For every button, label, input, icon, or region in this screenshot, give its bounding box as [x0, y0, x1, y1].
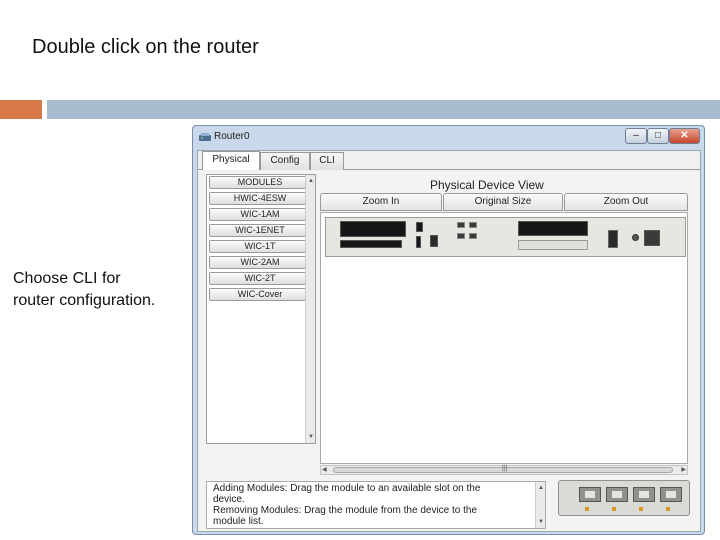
- zoom-in-button[interactable]: Zoom In: [320, 193, 442, 211]
- router-app-icon: [199, 133, 211, 141]
- caption-line-1: Choose CLI for: [13, 270, 121, 287]
- help-text-box: Adding Modules: Drag the module to an av…: [206, 481, 546, 529]
- scroll-up-arrow-icon[interactable]: ▲: [537, 484, 545, 492]
- power-connector: [644, 230, 660, 246]
- canvas-horizontal-scrollbar[interactable]: ◀ ||| ▶: [320, 465, 688, 475]
- module-port: [633, 487, 655, 502]
- module-item-wic-1am[interactable]: WIC-1AM: [209, 208, 311, 221]
- tab-config[interactable]: Config: [260, 152, 310, 170]
- slide-title: Double click on the router: [32, 36, 259, 58]
- accent-bar-blue: [47, 100, 720, 119]
- help-text-line: module list.: [213, 516, 264, 527]
- zoom-out-button[interactable]: Zoom Out: [564, 193, 688, 211]
- accent-bar-orange: [0, 100, 42, 119]
- compact-flash-slot: [416, 236, 421, 248]
- ethernet-port-2: [457, 233, 465, 239]
- scroll-right-arrow-icon[interactable]: ▶: [681, 466, 686, 474]
- help-text-line: Removing Modules: Drag the module from t…: [213, 505, 478, 516]
- client-area: Physical Config CLI MODULES HWIC-4ESW WI…: [197, 150, 701, 532]
- hwic-slot-0[interactable]: [340, 221, 406, 237]
- module-port: [579, 487, 601, 502]
- scroll-down-arrow-icon[interactable]: ▼: [537, 518, 545, 526]
- maximize-button[interactable]: □: [647, 128, 669, 144]
- device-view-title: Physical Device View: [430, 178, 544, 192]
- minimize-button[interactable]: –: [625, 128, 647, 144]
- module-item-modules[interactable]: MODULES: [209, 176, 311, 189]
- help-text-line: device.: [213, 494, 245, 505]
- hwic-slot-2[interactable]: [518, 221, 588, 236]
- help-text-line: Adding Modules: Drag the module to an av…: [213, 483, 481, 494]
- title-bar[interactable]: Router0 – □ ✕: [193, 126, 704, 150]
- module-item-hwic-4esw[interactable]: HWIC-4ESW: [209, 192, 311, 205]
- module-port: [606, 487, 628, 502]
- ethernet-port-0: [457, 222, 465, 228]
- help-text-scrollbar[interactable]: ▲ ▼: [535, 482, 545, 528]
- window-title: Router0: [214, 131, 250, 142]
- module-list-scrollbar[interactable]: ▲ ▼: [305, 175, 315, 443]
- tab-cli[interactable]: CLI: [310, 152, 344, 170]
- scroll-thumb[interactable]: |||: [333, 465, 673, 473]
- slide-caption: Choose CLI for router configuration.: [13, 268, 155, 312]
- caption-line-2: router configuration.: [13, 292, 156, 309]
- module-list: MODULES HWIC-4ESW WIC-1AM WIC-1ENET WIC-…: [206, 174, 316, 444]
- scroll-down-arrow-icon[interactable]: ▼: [307, 433, 315, 441]
- power-switch[interactable]: [608, 230, 618, 248]
- router-window: Router0 – □ ✕ Physical Config CLI MODULE…: [192, 125, 705, 535]
- module-item-wic-2am[interactable]: WIC-2AM: [209, 256, 311, 269]
- module-led: [666, 507, 670, 511]
- module-led: [612, 507, 616, 511]
- usb-port: [416, 222, 423, 232]
- module-port: [660, 487, 682, 502]
- module-led: [639, 507, 643, 511]
- scroll-grip-icon: |||: [502, 465, 508, 472]
- module-led: [585, 507, 589, 511]
- hwic-slot-1[interactable]: [340, 240, 402, 248]
- module-item-wic-2t[interactable]: WIC-2T: [209, 272, 311, 285]
- original-size-button[interactable]: Original Size: [443, 193, 563, 211]
- console-port: [430, 235, 438, 247]
- scroll-left-arrow-icon[interactable]: ◀: [322, 466, 327, 474]
- scroll-up-arrow-icon[interactable]: ▲: [307, 177, 315, 185]
- router-chassis: [325, 217, 686, 257]
- device-canvas: [320, 212, 688, 464]
- ethernet-port-1: [469, 222, 477, 228]
- module-preview: [558, 480, 690, 516]
- hwic-slot-3[interactable]: [518, 240, 588, 250]
- tab-strip: Physical Config CLI: [198, 151, 700, 170]
- tab-physical[interactable]: Physical: [202, 151, 260, 170]
- close-button[interactable]: ✕: [669, 128, 700, 144]
- power-knob: [632, 234, 639, 241]
- module-item-wic-1enet[interactable]: WIC-1ENET: [209, 224, 311, 237]
- module-item-wic-cover[interactable]: WIC-Cover: [209, 288, 311, 301]
- module-item-wic-1t[interactable]: WIC-1T: [209, 240, 311, 253]
- ethernet-port-3: [469, 233, 477, 239]
- physical-panel: MODULES HWIC-4ESW WIC-1AM WIC-1ENET WIC-…: [200, 171, 698, 531]
